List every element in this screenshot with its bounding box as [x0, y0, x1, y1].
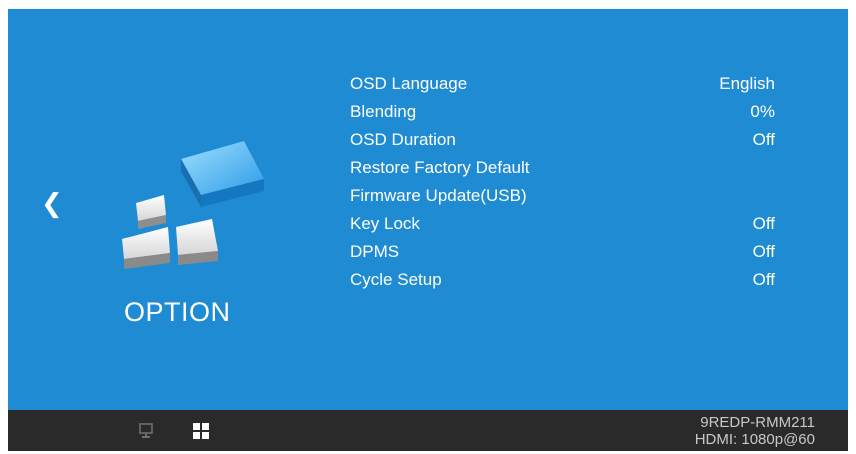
- menu-item-value: 0%: [750, 102, 775, 121]
- menu-item-value: Off: [752, 214, 775, 233]
- monitor-icon[interactable]: [139, 423, 153, 444]
- option-grid-icon[interactable]: [193, 423, 209, 444]
- menu-item-dpms[interactable]: DPMS Off: [350, 238, 775, 266]
- menu-item-cycle-setup[interactable]: Cycle Setup Off: [350, 266, 775, 294]
- menu-item-value: Off: [752, 270, 775, 289]
- menu-item-value: Off: [752, 130, 775, 149]
- signal-info: HDMI: 1080p@60: [694, 431, 815, 448]
- back-arrow-icon[interactable]: ❮: [41, 189, 63, 219]
- source-info: 9REDP-RMM211 HDMI: 1080p@60: [695, 414, 815, 448]
- category-title: OPTION: [124, 297, 231, 327]
- menu-item-label: Cycle Setup: [350, 270, 442, 289]
- menu-item-value: Off: [752, 242, 775, 261]
- menu-item-osd-language[interactable]: OSD Language English: [350, 70, 775, 98]
- menu-item-key-lock[interactable]: Key Lock Off: [350, 210, 775, 238]
- menu-item-label: Firmware Update(USB): [350, 186, 527, 205]
- bottom-bar: 9REDP-RMM211 HDMI: 1080p@60: [8, 410, 848, 451]
- menu-item-label: Key Lock: [350, 214, 420, 233]
- menu-item-label: Blending: [350, 102, 417, 121]
- menu-item-blending[interactable]: Blending 0%: [350, 98, 775, 126]
- menu-item-label: OSD Language: [350, 74, 468, 93]
- model-name: 9REDP-RMM211: [700, 414, 815, 431]
- option-blocks-icon: [106, 129, 266, 269]
- menu-item-firmware-update[interactable]: Firmware Update(USB): [350, 182, 775, 210]
- menu-item-label: OSD Duration: [350, 130, 456, 149]
- menu-item-value: English: [719, 74, 775, 93]
- osd-screen: ❮ OPTION OSD Language English Blending 0…: [8, 9, 848, 451]
- menu-item-restore-factory-default[interactable]: Restore Factory Default: [350, 154, 775, 182]
- menu-item-label: DPMS: [350, 242, 400, 261]
- menu-item-label: Restore Factory Default: [350, 158, 530, 177]
- option-menu: OSD Language English Blending 0% OSD Dur…: [350, 70, 775, 294]
- menu-item-osd-duration[interactable]: OSD Duration Off: [350, 126, 775, 154]
